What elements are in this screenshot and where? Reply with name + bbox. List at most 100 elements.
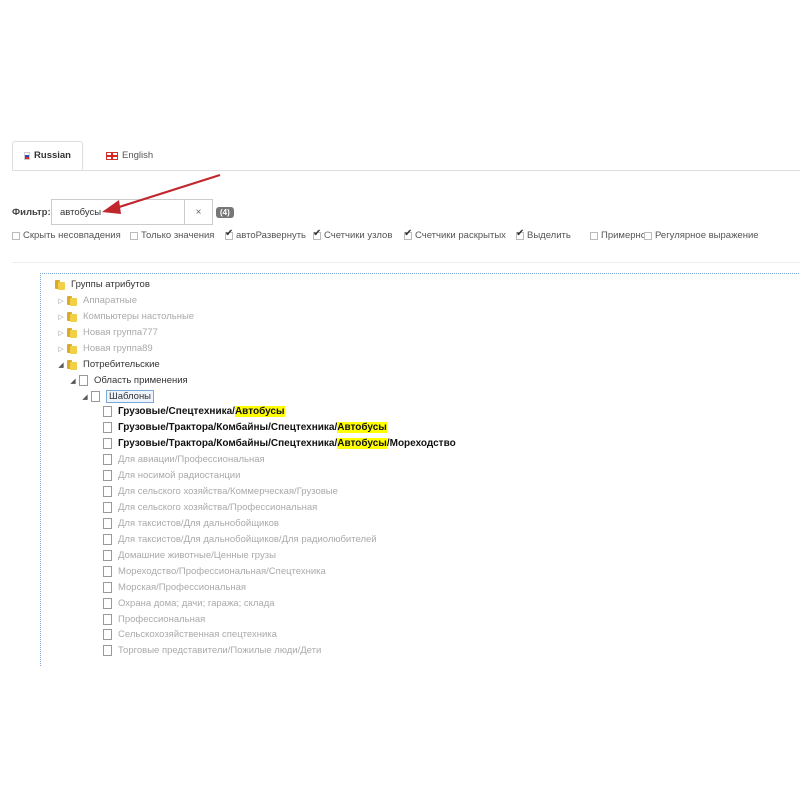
tree-node-label: Новая группа777 (83, 327, 158, 338)
tree-leaf[interactable]: Для авиации/Профессиональная (91, 452, 265, 467)
document-icon (103, 614, 112, 625)
collapsed-arrow-icon[interactable]: ▷ (55, 313, 67, 321)
collapsed-arrow-icon[interactable]: ▷ (55, 345, 67, 353)
tree-node-label: Морская/Профессиональная (118, 582, 247, 593)
document-icon (103, 582, 112, 593)
document-icon (103, 566, 112, 577)
tree-leaf[interactable]: Для таксистов/Для дальнобойщиков/Для рад… (91, 532, 377, 547)
document-icon (103, 518, 112, 529)
russia-flag-icon (24, 151, 31, 160)
option-checkbox[interactable]: Регулярное выражение (644, 230, 759, 241)
tab-english[interactable]: English (95, 141, 164, 170)
tree-match-row[interactable]: Грузовые/Трактора/Комбайны/Спецтехника/А… (91, 420, 387, 435)
tree-node-label: Для сельского хозяйства/Профессиональная (118, 502, 318, 513)
document-icon (103, 645, 112, 656)
clear-filter-button[interactable]: × (185, 199, 213, 225)
checkbox-icon[interactable] (12, 231, 20, 240)
tree-node-label: Грузовые/Трактора/Комбайны/Спецтехника/А… (118, 438, 456, 449)
tree-node-label: Компьютеры настольные (83, 311, 195, 322)
tree-node-label: Новая группа89 (83, 343, 153, 354)
option-checkbox[interactable]: Только значения (130, 230, 214, 241)
tree-leaf[interactable]: Профессиональная (91, 612, 205, 627)
expanded-arrow-icon[interactable]: ◢ (55, 361, 67, 369)
document-icon (103, 470, 112, 481)
tree-group[interactable]: ▷ Компьютеры настольные (55, 309, 194, 324)
tab-russian[interactable]: Russian (12, 141, 83, 170)
option-label: Выделить (527, 230, 571, 241)
tree-node-label: Для сельского хозяйства/Коммерческая/Гру… (118, 486, 338, 497)
option-checkbox[interactable]: Примерно (590, 230, 646, 241)
divider (12, 262, 800, 263)
option-label: Регулярное выражение (655, 230, 759, 241)
checked-checkbox-icon[interactable] (404, 228, 412, 240)
tree-group[interactable]: ▷ Новая группа89 (55, 341, 153, 356)
document-icon (103, 438, 112, 449)
tree-node-label: Домашние животные/Ценные грузы (118, 550, 276, 561)
tree-leaf[interactable]: Домашние животные/Ценные грузы (91, 548, 276, 563)
expanded-arrow-icon[interactable]: ◢ (67, 377, 79, 385)
option-label: Счетчики раскрытых (415, 230, 506, 241)
tree-node-label: Область применения (94, 375, 188, 386)
tree-node-label: Для носимой радиостанции (118, 470, 241, 481)
option-label: Примерно (601, 230, 647, 241)
document-icon (79, 375, 88, 386)
tree-leaf[interactable]: Для таксистов/Для дальнобойщиков (91, 516, 279, 531)
language-tabs: Russian English (12, 141, 800, 171)
option-checkbox[interactable]: автоРазвернуть (225, 228, 306, 241)
tree-leaf[interactable]: Торговые представители/Пожилые люди/Дети (91, 643, 321, 658)
tree-leaf[interactable]: Охрана дома; дачи; гаража; склада (91, 596, 275, 611)
tree-leaf[interactable]: Для сельского хозяйства/Профессиональная (91, 500, 317, 515)
tree-leaf[interactable]: Для сельского хозяйства/Коммерческая/Гру… (91, 484, 338, 499)
folder-icon (67, 295, 77, 306)
checkbox-icon[interactable] (130, 231, 138, 240)
tree-group[interactable]: ▷ Аппаратные (55, 293, 137, 308)
folder-icon (67, 327, 77, 338)
document-icon (103, 502, 112, 513)
tree-leaf[interactable]: Для носимой радиостанции (91, 468, 240, 483)
tree-leaf[interactable]: Мореходство/Профессиональная/Спецтехника (91, 564, 326, 579)
tree-leaf[interactable]: Сельскохозяйственная спецтехника (91, 627, 277, 642)
tree-node-templates[interactable]: ◢ Шаблоны (79, 389, 155, 404)
tree-match-row[interactable]: Грузовые/Трактора/Комбайны/Спецтехника/А… (91, 436, 456, 451)
option-label: Скрыть несовпадения (23, 230, 121, 241)
document-icon (91, 391, 100, 402)
tree-node-label: Охрана дома; дачи; гаража; склада (118, 598, 275, 609)
collapsed-arrow-icon[interactable]: ▷ (55, 329, 67, 337)
close-icon: × (195, 206, 202, 218)
checked-checkbox-icon[interactable] (313, 228, 321, 240)
tab-label: English (122, 150, 154, 161)
option-checkbox[interactable]: Счетчики раскрытых (404, 228, 506, 241)
tree-node-label: Сельскохозяйственная спецтехника (118, 629, 277, 640)
tree-node-label: Аппаратные (83, 295, 137, 306)
tree-node-label: Профессиональная (118, 614, 206, 625)
tree-node-label: Группы атрибутов (71, 279, 150, 290)
folder-icon (67, 359, 77, 370)
checked-checkbox-icon[interactable] (225, 228, 233, 240)
tree-root[interactable]: Группы атрибутов (43, 277, 150, 292)
match-highlight: Автобусы (234, 406, 285, 417)
checkbox-icon[interactable] (590, 231, 598, 240)
match-highlight: Автобусы (337, 422, 387, 433)
expanded-arrow-icon[interactable]: ◢ (79, 393, 91, 401)
tree-match-row[interactable]: Грузовые/Спецтехника/Автобусы (91, 404, 285, 419)
tree-node-label: Для авиации/Профессиональная (118, 454, 265, 465)
tree-node-area[interactable]: ◢ Область применения (67, 373, 188, 388)
option-checkbox[interactable]: Счетчики узлов (313, 228, 392, 241)
tree-node-label: Грузовые/Трактора/Комбайны/Спецтехника/А… (118, 422, 387, 433)
filter-input[interactable] (51, 199, 185, 225)
checkbox-icon[interactable] (644, 231, 652, 240)
option-checkbox[interactable]: Выделить (516, 228, 571, 241)
collapsed-arrow-icon[interactable]: ▷ (55, 297, 67, 305)
document-icon (103, 486, 112, 497)
tree-node-label: Грузовые/Спецтехника/Автобусы (118, 406, 285, 417)
option-checkbox[interactable]: Скрыть несовпадения (12, 230, 121, 241)
match-count-badge: (4) (216, 207, 234, 218)
tree-group[interactable]: ▷ Новая группа777 (55, 325, 158, 340)
checked-checkbox-icon[interactable] (516, 228, 524, 240)
tree-leaf[interactable]: Морская/Профессиональная (91, 580, 246, 595)
folder-icon (67, 311, 77, 322)
tree-group[interactable]: ◢ Потребительские (55, 357, 160, 372)
tree-node-label: Для таксистов/Для дальнобойщиков (118, 518, 279, 529)
document-icon (103, 422, 112, 433)
tree-node-label: Потребительские (83, 359, 160, 370)
